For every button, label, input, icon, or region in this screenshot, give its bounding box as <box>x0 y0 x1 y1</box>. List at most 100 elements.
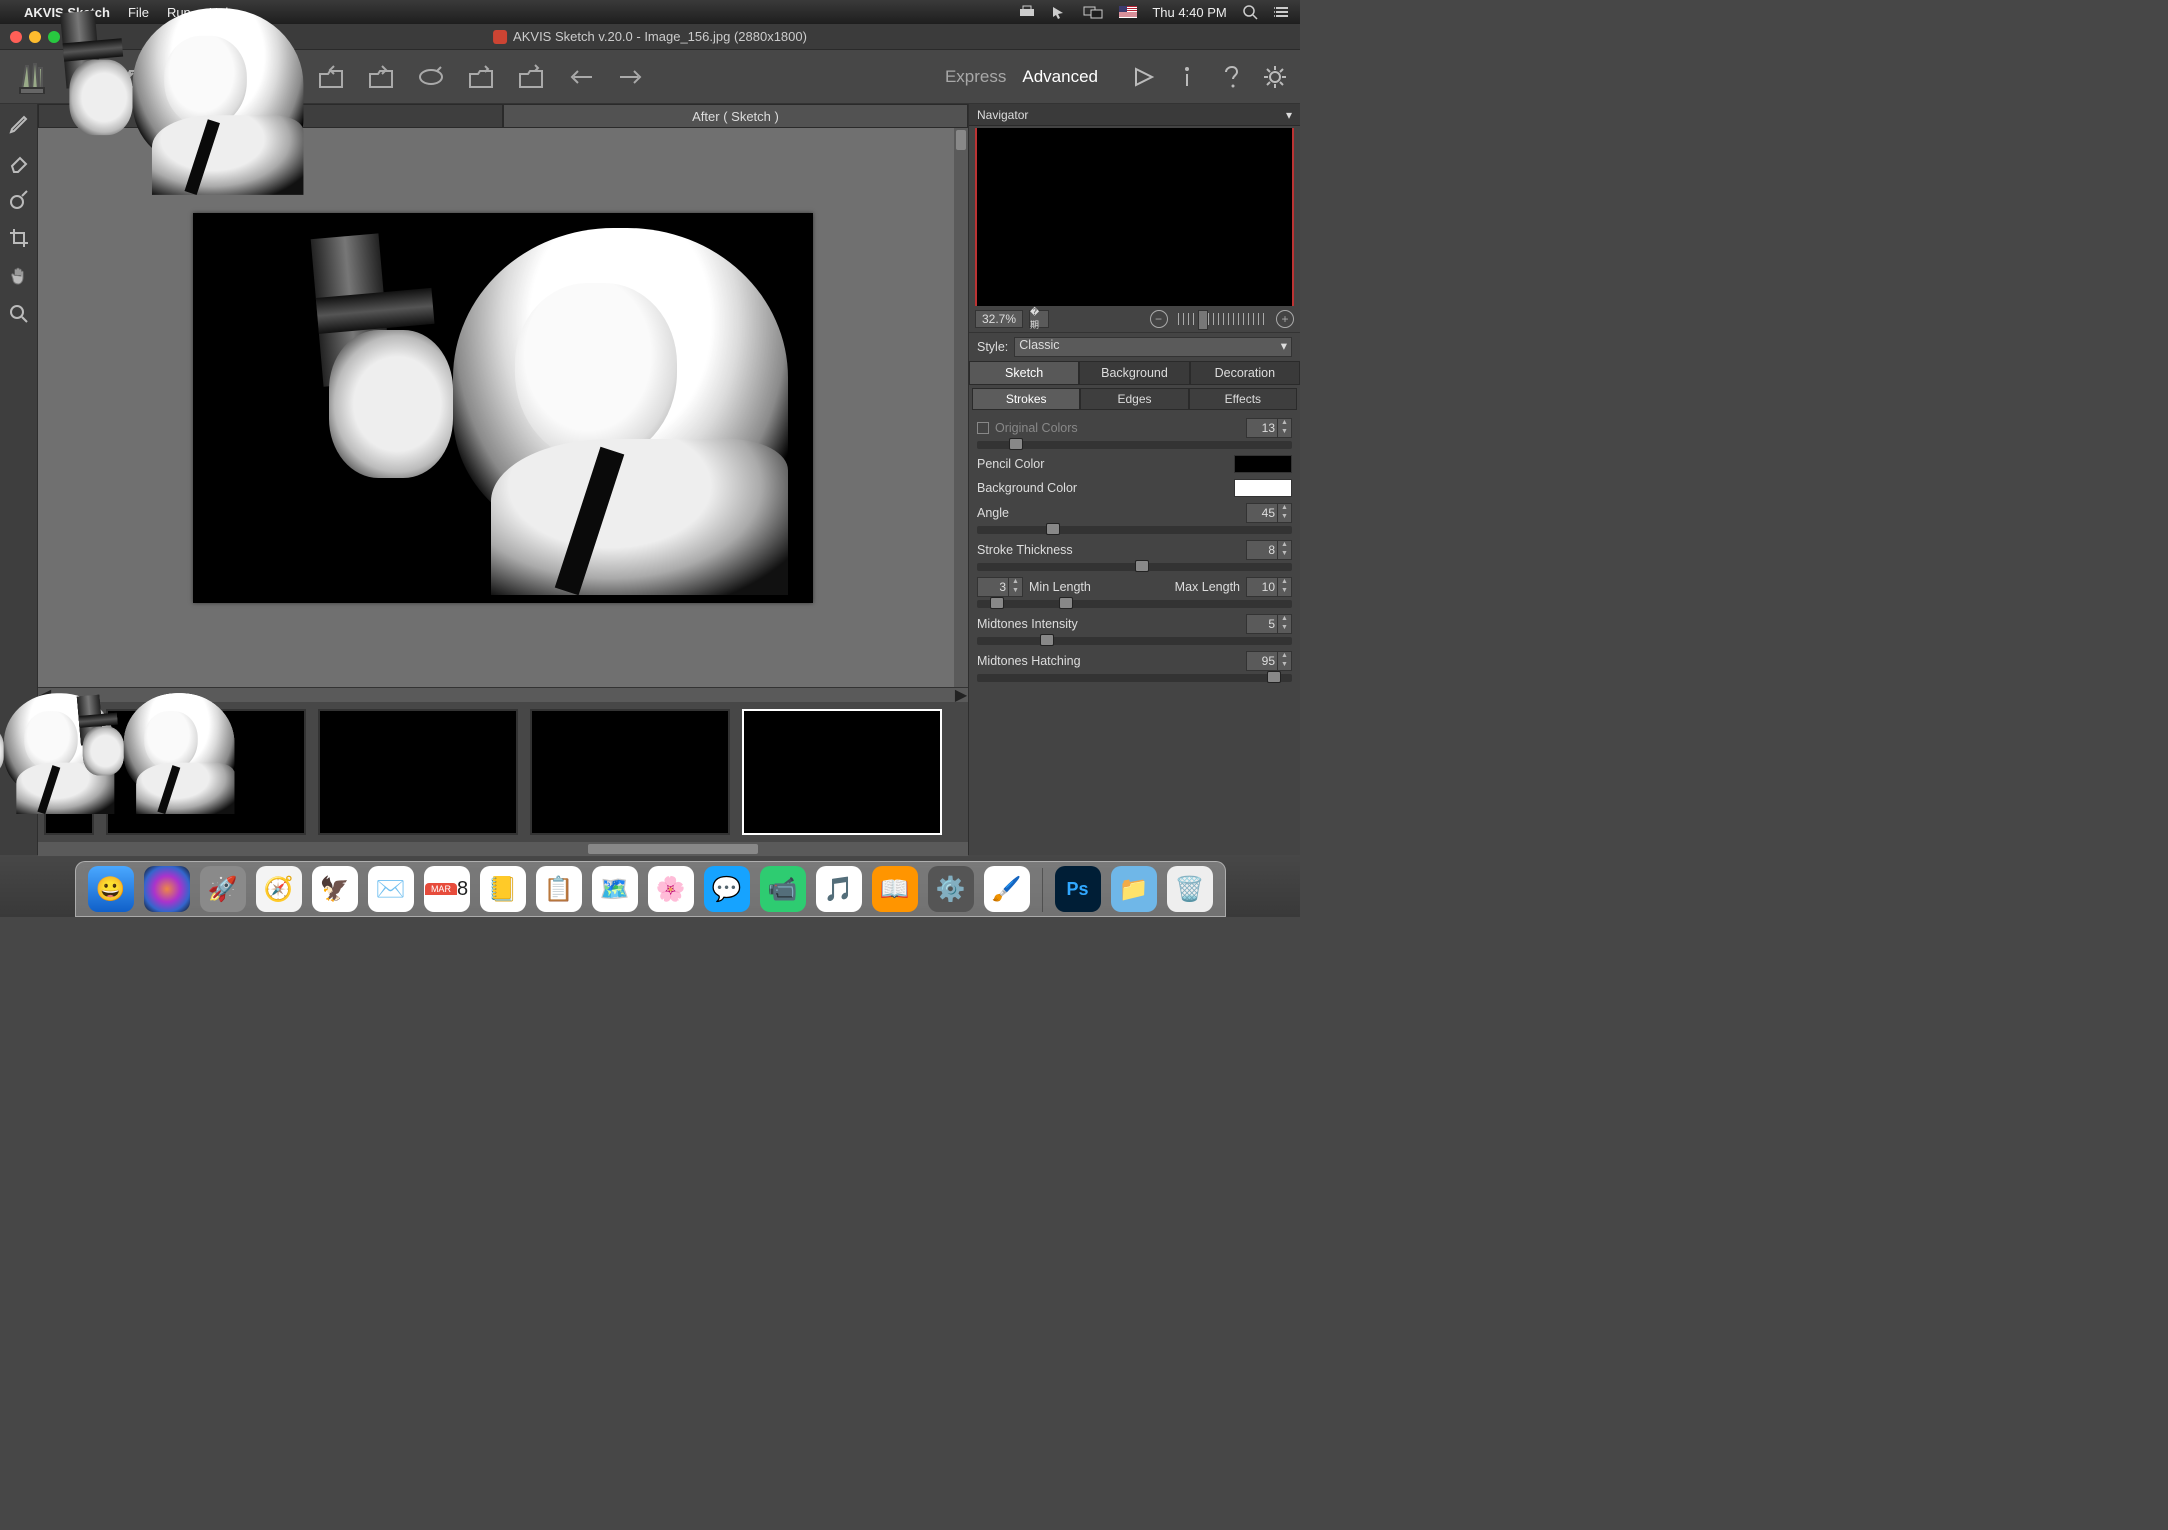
angle-slider[interactable] <box>977 526 1292 534</box>
dock-reminders-icon[interactable]: 📋 <box>536 866 582 912</box>
mode-express[interactable]: Express <box>945 67 1006 87</box>
bg-color-swatch[interactable] <box>1234 479 1292 497</box>
run-button[interactable] <box>1128 62 1158 92</box>
help-button[interactable] <box>1216 62 1246 92</box>
crop-tool[interactable] <box>5 224 33 252</box>
preset-scroll-bottom[interactable] <box>38 842 968 856</box>
max-length-label: Max Length <box>1097 580 1240 594</box>
dock-photoshop-icon[interactable]: Ps <box>1055 866 1101 912</box>
tab-background[interactable]: Background <box>1079 361 1189 385</box>
dock-photos-icon[interactable]: 🌸 <box>648 866 694 912</box>
dock-ibooks-icon[interactable]: 📖 <box>872 866 918 912</box>
hand-tool[interactable] <box>5 262 33 290</box>
redo-button[interactable] <box>610 56 652 98</box>
dock-maps-icon[interactable]: 🗺️ <box>592 866 638 912</box>
window-title: AKVIS Sketch v.20.0 - Image_156.jpg (288… <box>513 29 807 44</box>
save-strokes-button[interactable] <box>510 56 552 98</box>
midtones-hatching-spin[interactable]: ▲▼ <box>1246 651 1292 671</box>
original-colors-checkbox[interactable] <box>977 422 989 434</box>
dock-separator <box>1042 868 1043 912</box>
dock-messages-icon[interactable]: 💬 <box>704 866 750 912</box>
menu-extras-icon[interactable] <box>1274 5 1290 19</box>
dock-launchpad-icon[interactable]: 🚀 <box>200 866 246 912</box>
tab-after[interactable]: After ( Sketch ) <box>503 104 968 128</box>
bg-color-label: Background Color <box>977 481 1228 495</box>
preset-thumb[interactable] <box>530 709 730 835</box>
erase-strokes-button[interactable] <box>410 56 452 98</box>
settings-panel: Navigator ▾ 32.7% �期 − + Style: Classic▾… <box>968 104 1300 855</box>
image-viewport[interactable] <box>38 128 968 687</box>
printer-status-icon[interactable] <box>1018 5 1036 19</box>
vertical-scrollbar[interactable] <box>954 128 968 687</box>
export-presets-button[interactable] <box>360 56 402 98</box>
subtab-effects[interactable]: Effects <box>1189 388 1297 410</box>
import-presets-button[interactable] <box>310 56 352 98</box>
preset-thumb-selected[interactable] <box>742 709 942 835</box>
subtab-strokes[interactable]: Strokes <box>972 388 1080 410</box>
midtones-intensity-label: Midtones Intensity <box>977 617 1240 631</box>
dock-downloads-icon[interactable]: 📁 <box>1111 866 1157 912</box>
dock-siri-icon[interactable] <box>144 866 190 912</box>
style-label: Style: <box>977 340 1008 354</box>
app-title-icon <box>493 30 507 44</box>
midtones-intensity-spin[interactable]: ▲▼ <box>1246 614 1292 634</box>
collapse-icon[interactable]: ▾ <box>1286 108 1292 122</box>
dock-calendar-icon[interactable]: MAR8 <box>424 866 470 912</box>
macos-dock: 😀 🚀 🧭 🦅 ✉️ MAR8 📒 📋 🗺️ 🌸 💬 📹 🎵 📖 ⚙️ 🖌️ P… <box>0 855 1300 917</box>
angle-spin[interactable]: ▲▼ <box>1246 503 1292 523</box>
tab-sketch[interactable]: Sketch <box>969 361 1079 385</box>
spotlight-icon[interactable] <box>1242 4 1258 20</box>
dock-safari-icon[interactable]: 🧭 <box>256 866 302 912</box>
navigator-preview[interactable] <box>975 128 1294 306</box>
tab-decoration[interactable]: Decoration <box>1190 361 1300 385</box>
info-button[interactable] <box>1172 62 1202 92</box>
displays-icon[interactable] <box>1083 5 1103 19</box>
subtab-edges[interactable]: Edges <box>1080 388 1188 410</box>
min-length-spin[interactable]: ▲▼ <box>977 577 1023 597</box>
zoom-out-button[interactable]: − <box>1150 310 1168 328</box>
length-range-slider[interactable] <box>977 600 1292 608</box>
original-colors-label: Original Colors <box>995 421 1240 435</box>
midtones-intensity-slider[interactable] <box>977 637 1292 645</box>
zoom-tool[interactable] <box>5 300 33 328</box>
zoom-value[interactable]: 32.7% <box>975 310 1023 328</box>
style-select[interactable]: Classic▾ <box>1014 337 1292 357</box>
preset-thumb[interactable] <box>318 709 518 835</box>
dock-mail-icon[interactable]: ✉️ <box>368 866 414 912</box>
dock-settings-icon[interactable]: ⚙️ <box>928 866 974 912</box>
midtones-hatching-slider[interactable] <box>977 674 1292 682</box>
navigator-header: Navigator ▾ <box>969 104 1300 126</box>
menubar-right: Thu 4:40 PM <box>1006 4 1290 21</box>
original-colors-spin[interactable]: ▲▼ <box>1246 418 1292 438</box>
preview-image <box>193 213 813 603</box>
dock-itunes-icon[interactable]: 🎵 <box>816 866 862 912</box>
dock-finder-icon[interactable]: 😀 <box>88 866 134 912</box>
dock-trash-icon[interactable]: 🗑️ <box>1167 866 1213 912</box>
pencil-color-label: Pencil Color <box>977 457 1228 471</box>
dock-mail-preview-icon[interactable]: 🦅 <box>312 866 358 912</box>
menubar-clock[interactable]: Thu 4:40 PM <box>1152 5 1226 20</box>
stroke-thickness-slider[interactable] <box>977 563 1292 571</box>
max-length-spin[interactable]: ▲▼ <box>1246 577 1292 597</box>
zoom-in-button[interactable]: + <box>1276 310 1294 328</box>
midtones-hatching-label: Midtones Hatching <box>977 654 1240 668</box>
cursor-status-icon[interactable] <box>1051 5 1067 19</box>
mode-advanced[interactable]: Advanced <box>1022 67 1098 87</box>
dock-notes-icon[interactable]: 📒 <box>480 866 526 912</box>
zoom-dropdown[interactable]: �期 <box>1029 310 1049 328</box>
preferences-button[interactable] <box>1260 62 1290 92</box>
pencil-color-swatch[interactable] <box>1234 455 1292 473</box>
dock-facetime-icon[interactable]: 📹 <box>760 866 806 912</box>
undo-button[interactable] <box>560 56 602 98</box>
stroke-thickness-label: Stroke Thickness <box>977 543 1240 557</box>
dock-akvis-icon[interactable]: 🖌️ <box>984 866 1030 912</box>
navigator-title: Navigator <box>977 108 1028 122</box>
angle-label: Angle <box>977 506 1240 520</box>
input-source-flag-icon[interactable] <box>1119 6 1137 18</box>
stroke-thickness-spin[interactable]: ▲▼ <box>1246 540 1292 560</box>
preset-strip: ◀▶ <box>38 687 968 855</box>
load-strokes-button[interactable] <box>460 56 502 98</box>
zoom-slider[interactable] <box>1178 313 1266 325</box>
original-colors-slider[interactable] <box>977 441 1292 449</box>
min-length-label: Min Length <box>1029 580 1091 594</box>
